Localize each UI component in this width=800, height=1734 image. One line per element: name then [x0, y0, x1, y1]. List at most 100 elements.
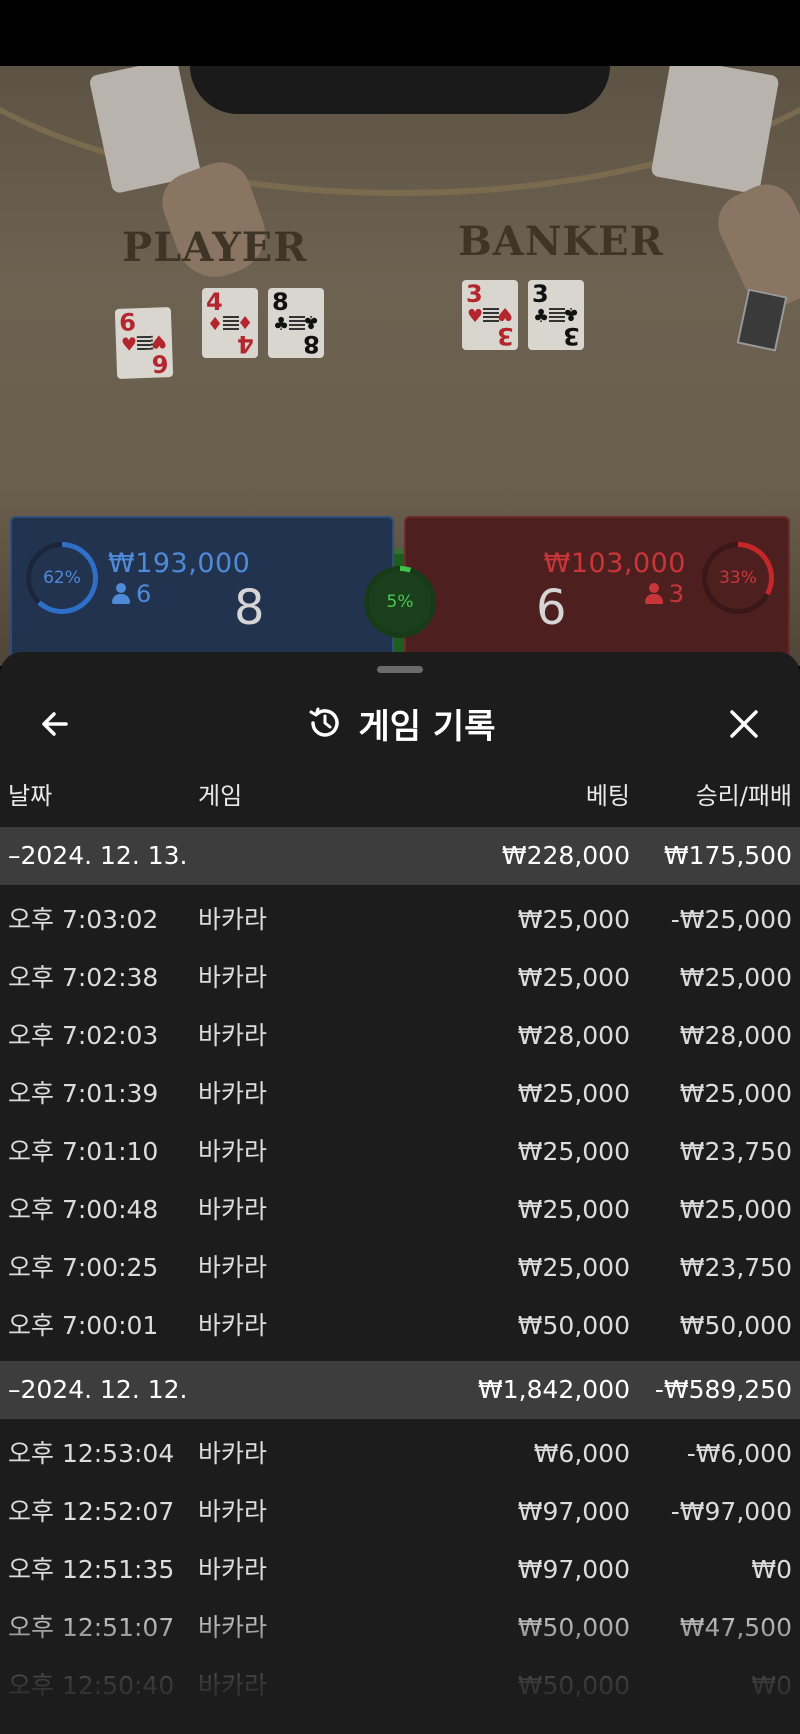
player-bet-panel[interactable]: 62% ₩193,000 6 8 [10, 516, 394, 666]
column-result[interactable]: 승리/패배 [696, 776, 792, 811]
history-list[interactable]: –2024. 12. 13. ₩228,000 ₩175,500 오후 7:03:02… [0, 827, 800, 1715]
date-group-row[interactable]: –2024. 12. 12. ₩1,842,000 -₩589,250 [0, 1361, 800, 1419]
history-row[interactable]: 오후 7:01:39 바카라 ₩25,000 ₩25,000 [0, 1065, 800, 1123]
history-row[interactable]: 오후 12:53:04 바카라 ₩6,000 -₩6,000 [0, 1425, 800, 1483]
row-time: 오후 7:01:10 [8, 1137, 159, 1166]
card-rank: 3 [497, 322, 514, 350]
banker-bet-amount: ₩103,000 [543, 548, 686, 579]
column-game[interactable]: 게임 [198, 776, 242, 811]
player-card-1: 6 ♥ ♥ 6 [114, 307, 174, 379]
card-suit: ♥ [150, 330, 168, 352]
row-game: 바카라 [198, 1253, 268, 1282]
row-result: ₩0 [751, 1555, 792, 1584]
group-date: –2024. 12. 13. [8, 841, 188, 870]
row-bet: ₩25,000 [517, 1195, 630, 1224]
row-result: ₩25,000 [679, 963, 792, 992]
row-time: 오후 7:00:25 [8, 1253, 159, 1282]
row-time: 오후 7:01:39 [8, 1079, 159, 1108]
card-suit: ♣ [533, 306, 550, 327]
row-game: 바카라 [198, 1195, 268, 1224]
row-game: 바카라 [198, 905, 268, 934]
row-game: 바카라 [198, 1439, 268, 1468]
row-bet: ₩97,000 [517, 1555, 630, 1584]
row-result: ₩28,000 [679, 1021, 792, 1050]
banker-user-count: 3 [644, 580, 684, 608]
history-row[interactable]: 오후 7:00:48 바카라 ₩25,000 ₩25,000 [0, 1181, 800, 1239]
player-card-3: 8 ♣ ♣ 8 [268, 288, 324, 358]
row-time: 오후 7:02:03 [8, 1021, 159, 1050]
history-row[interactable]: 오후 7:01:10 바카라 ₩25,000 ₩23,750 [0, 1123, 800, 1181]
column-date[interactable]: 날짜 [8, 776, 52, 811]
history-row[interactable]: 오후 12:51:07 바카라 ₩50,000 ₩47,500 [0, 1599, 800, 1657]
row-bet: ₩50,000 [517, 1613, 630, 1642]
date-group-row[interactable]: –2024. 12. 13. ₩228,000 ₩175,500 [0, 827, 800, 885]
close-button[interactable] [720, 700, 768, 748]
card-rank: 3 [563, 322, 580, 350]
banker-card-1: 3 ♥ ♥ 3 [462, 280, 518, 350]
row-game: 바카라 [198, 1497, 268, 1526]
card-shoe [736, 288, 788, 352]
column-headers: 날짜 게임 베팅 승리/패배 [0, 776, 800, 820]
card-suit: ♣ [302, 311, 319, 332]
row-time: 오후 7:02:38 [8, 963, 159, 992]
card-rank: 4 [237, 330, 254, 358]
player-card-2: 4 ♦ ♦ 4 [202, 288, 258, 358]
column-bet[interactable]: 베팅 [586, 776, 630, 811]
row-bet: ₩25,000 [517, 1079, 630, 1108]
row-game: 바카라 [198, 1555, 268, 1584]
group-bet-total: ₩228,000 [501, 841, 630, 870]
row-time: 오후 12:50:40 [8, 1671, 175, 1700]
history-row[interactable]: 오후 7:00:01 바카라 ₩50,000 ₩50,000 [0, 1297, 800, 1355]
history-row[interactable]: 오후 7:00:25 바카라 ₩25,000 ₩23,750 [0, 1239, 800, 1297]
row-result: -₩25,000 [670, 905, 792, 934]
history-row[interactable]: 오후 12:51:35 바카라 ₩97,000 ₩0 [0, 1541, 800, 1599]
row-game: 바카라 [198, 1021, 268, 1050]
tie-percent: 5% [369, 571, 431, 633]
card-suit: ♣ [562, 303, 579, 324]
banker-bet-panel[interactable]: 6 ₩103,000 3 33% [404, 516, 790, 666]
user-icon [112, 583, 130, 605]
row-bet: ₩97,000 [517, 1497, 630, 1526]
banker-card-2: 3 ♣ ♣ 3 [528, 280, 584, 350]
row-result: ₩23,750 [679, 1253, 792, 1282]
player-user-count-value: 6 [136, 580, 152, 608]
sheet-header: 게임 기록 [0, 688, 800, 758]
history-row[interactable]: 오후 7:03:02 바카라 ₩25,000 -₩25,000 [0, 891, 800, 949]
user-icon [644, 583, 663, 605]
sheet-title-group: 게임 기록 [0, 700, 800, 747]
card-rank: 8 [272, 288, 289, 316]
tie-percent-ring: 5% [364, 566, 436, 638]
card-rank: 3 [466, 280, 483, 308]
history-row[interactable]: 오후 12:52:07 바카라 ₩97,000 -₩97,000 [0, 1483, 800, 1541]
row-game: 바카라 [198, 1311, 268, 1340]
card-rank: 3 [532, 280, 549, 308]
dealer-body [190, 66, 610, 114]
row-game: 바카라 [198, 1079, 268, 1108]
card-rank: 8 [303, 330, 320, 358]
sheet-title: 게임 기록 [358, 706, 496, 747]
table-label-banker: BANKER [458, 218, 664, 265]
row-time: 오후 7:00:48 [8, 1195, 159, 1224]
group-date: –2024. 12. 12. [8, 1375, 188, 1404]
row-result: ₩0 [751, 1671, 792, 1700]
sheet-drag-handle[interactable] [377, 666, 423, 673]
history-row[interactable]: 오후 7:02:38 바카라 ₩25,000 ₩25,000 [0, 949, 800, 1007]
dealer-right-sleeve [650, 66, 780, 195]
group-bet-total: ₩1,842,000 [478, 1375, 630, 1404]
row-game: 바카라 [198, 963, 268, 992]
player-percent: 62% [31, 547, 93, 609]
card-rank: 6 [151, 349, 170, 378]
row-time: 오후 7:03:02 [8, 905, 159, 934]
row-bet: ₩25,000 [517, 1137, 630, 1166]
row-bet: ₩28,000 [517, 1021, 630, 1050]
card-suit: ♣ [273, 314, 290, 335]
group-result-total: -₩589,250 [654, 1375, 792, 1404]
history-row[interactable]: 오후 12:50:40 바카라 ₩50,000 ₩0 [0, 1657, 800, 1715]
row-bet: ₩6,000 [533, 1439, 630, 1468]
player-percent-ring: 62% [26, 542, 98, 614]
history-row[interactable]: 오후 7:02:03 바카라 ₩28,000 ₩28,000 [0, 1007, 800, 1065]
banker-score: 6 [536, 580, 567, 636]
row-time: 오후 12:51:35 [8, 1555, 175, 1584]
card-suit: ♥ [467, 306, 484, 327]
card-suit: ♥ [496, 303, 513, 324]
